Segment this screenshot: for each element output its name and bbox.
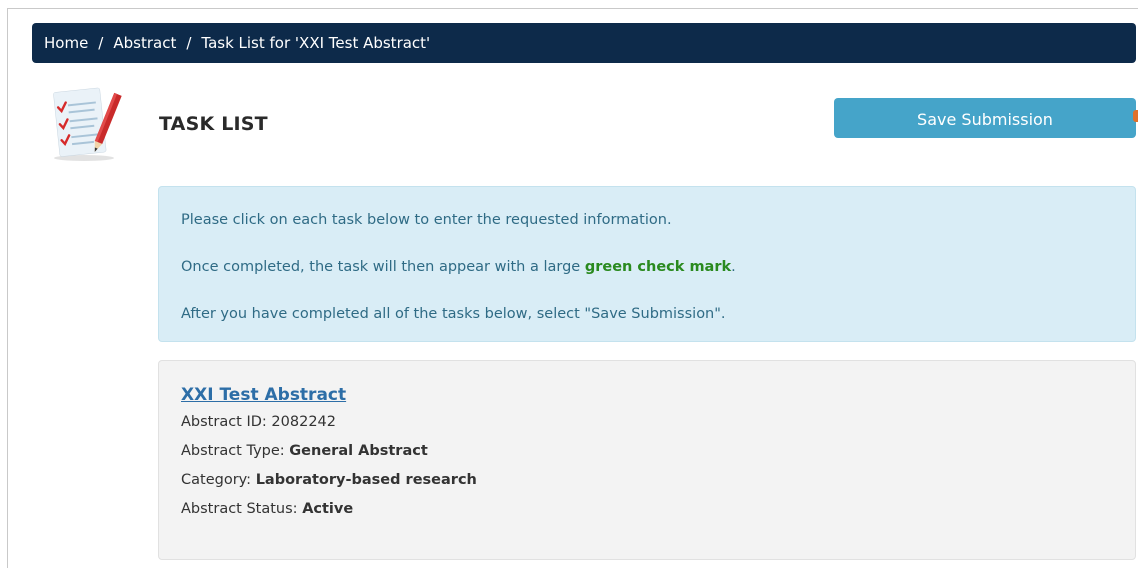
- abstract-id-row: Abstract ID: 2082242: [181, 413, 1113, 431]
- edge-indicator: [1133, 110, 1138, 122]
- instruction-line-3: After you have completed all of the task…: [181, 306, 726, 322]
- instruction-line-2-start: Once completed, the task will then appea…: [181, 259, 585, 275]
- instructions-box: Please click on each task below to enter…: [158, 186, 1136, 342]
- task-list-icon: [48, 84, 124, 164]
- instruction-line-2-end: .: [731, 259, 736, 275]
- breadcrumb: Home / Abstract / Task List for 'XXI Tes…: [32, 23, 1136, 63]
- abstract-status-row: Abstract Status: Active: [181, 500, 1113, 518]
- breadcrumb-abstract-link[interactable]: Abstract: [113, 34, 176, 52]
- abstract-card: XXI Test Abstract Abstract ID: 2082242 A…: [158, 360, 1136, 560]
- category-row: Category: Laboratory-based research: [181, 471, 1113, 489]
- breadcrumb-current: Task List for 'XXI Test Abstract': [201, 34, 431, 52]
- page-title: TASK LIST: [159, 113, 268, 135]
- abstract-type-row: Abstract Type: General Abstract: [181, 442, 1113, 460]
- breadcrumb-separator: /: [186, 34, 192, 52]
- abstract-type-label: Abstract Type:: [181, 443, 290, 459]
- abstract-status-label: Abstract Status:: [181, 501, 303, 517]
- category-label: Category:: [181, 472, 256, 488]
- abstract-id-value: 2082242: [271, 414, 336, 430]
- breadcrumb-separator: /: [98, 34, 104, 52]
- instruction-line-1: Please click on each task below to enter…: [181, 212, 672, 228]
- abstract-id-label: Abstract ID:: [181, 414, 272, 430]
- breadcrumb-home-link[interactable]: Home: [44, 34, 88, 52]
- save-submission-button[interactable]: Save Submission: [834, 98, 1136, 138]
- abstract-status-value: Active: [302, 501, 354, 517]
- category-value: Laboratory-based research: [255, 472, 477, 488]
- instruction-line-2: Once completed, the task will then appea…: [181, 258, 1113, 276]
- green-check-mark-text: green check mark: [584, 259, 732, 275]
- abstract-type-value: General Abstract: [289, 443, 428, 459]
- abstract-title-link[interactable]: XXI Test Abstract: [181, 385, 346, 405]
